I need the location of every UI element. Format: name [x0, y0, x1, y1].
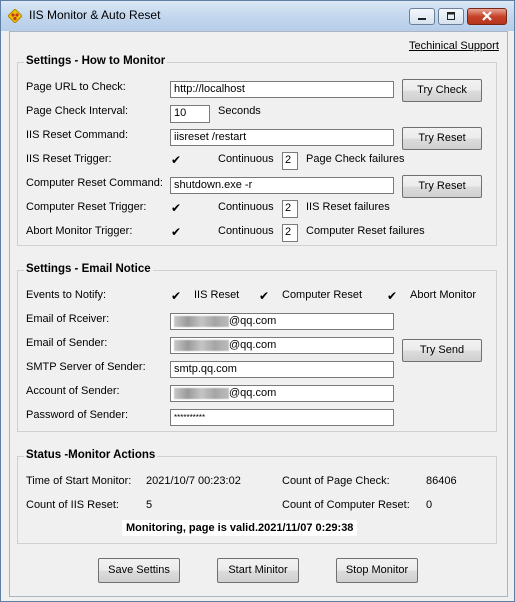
try-reset-computer-button[interactable]: Try Reset	[402, 175, 482, 198]
computer-reset-trigger-checkbox[interactable]: ✔	[170, 202, 182, 214]
iis-reset-cmd-label: IIS Reset Command:	[26, 129, 129, 141]
email-settings-title: Settings - Email Notice	[24, 263, 153, 275]
try-send-button[interactable]: Try Send	[402, 339, 482, 362]
iis-reset-count-label: Count of IIS Reset:	[26, 499, 119, 511]
iis-reset-continuous-label: Continuous	[218, 153, 274, 165]
title-bar[interactable]: IIS Monitor & Auto Reset	[1, 1, 514, 31]
status-group: Status -Monitor Actions Time of Start Mo…	[17, 449, 497, 544]
computer-reset-continuous-label: Continuous	[218, 201, 274, 213]
receiver-domain: @qq.com	[229, 315, 277, 327]
close-button[interactable]	[467, 8, 507, 25]
client-area: Techinical Support Settings - How to Mon…	[9, 31, 508, 597]
page-check-count-value: 86406	[426, 475, 457, 487]
minimize-icon	[418, 18, 426, 20]
computer-reset-cmd-label: Computer Reset Command:	[26, 177, 163, 189]
maximize-icon	[447, 12, 455, 20]
redacted-address	[174, 387, 229, 399]
password-label: Password of Sender:	[26, 409, 129, 421]
event-abort-monitor-label: Abort Monitor	[410, 289, 477, 301]
maximize-button[interactable]	[438, 8, 464, 25]
event-iis-reset-checkbox[interactable]: ✔	[170, 290, 182, 302]
account-label: Account of Sender:	[26, 385, 120, 397]
monitor-settings-group: Settings - How to Monitor Page URL to Ch…	[17, 55, 497, 246]
computer-reset-cmd-input[interactable]: shutdown.exe -r	[170, 177, 394, 194]
start-time-value: 2021/10/7 00:23:02	[146, 475, 241, 487]
abort-trigger-count[interactable]: 2	[282, 224, 298, 242]
page-check-count-label: Count of Page Check:	[282, 475, 390, 487]
redacted-address	[174, 339, 229, 351]
sender-email-input[interactable]: @qq.com	[170, 337, 394, 354]
abort-trigger-label: Abort Monitor Trigger:	[26, 225, 133, 237]
redacted-address	[174, 315, 229, 327]
iis-reset-trigger-checkbox[interactable]: ✔	[170, 154, 182, 166]
iis-reset-cmd-input[interactable]: iisreset /restart	[170, 129, 394, 146]
minimize-button[interactable]	[409, 8, 435, 25]
try-check-button[interactable]: Try Check	[402, 79, 482, 102]
app-window: IIS Monitor & Auto Reset Techinical Supp…	[0, 0, 515, 602]
interval-input[interactable]: 10	[170, 105, 210, 123]
sender-domain: @qq.com	[229, 339, 277, 351]
password-input[interactable]: **********	[170, 409, 394, 426]
smtp-label: SMTP Server of Sender:	[26, 361, 146, 373]
iis-reset-trigger-label: IIS Reset Trigger:	[26, 153, 112, 165]
computer-reset-trigger-count[interactable]: 2	[282, 200, 298, 218]
account-domain: @qq.com	[229, 387, 277, 399]
computer-reset-trigger-label: Computer Reset Trigger:	[26, 201, 147, 213]
event-iis-reset-label: IIS Reset	[194, 289, 240, 301]
computer-reset-count-label: Count of Computer Reset:	[282, 499, 410, 511]
abort-trigger-checkbox[interactable]: ✔	[170, 226, 182, 238]
computer-reset-count-value: 0	[426, 499, 433, 511]
event-computer-reset-label: Computer Reset	[282, 289, 363, 301]
event-computer-reset-checkbox[interactable]: ✔	[258, 290, 270, 302]
interval-label: Page Check Interval:	[26, 105, 129, 117]
status-title: Status -Monitor Actions	[24, 449, 158, 461]
status-message: Monitoring, page is valid.2021/11/07 0:2…	[122, 520, 358, 536]
app-diamond-icon	[8, 9, 22, 23]
iis-reset-trigger-suffix: Page Check failures	[306, 153, 405, 165]
start-monitor-button[interactable]: Start Minitor	[217, 558, 299, 583]
start-time-label: Time of Start Monitor:	[26, 475, 132, 487]
close-icon	[482, 11, 492, 21]
email-settings-group: Settings - Email Notice Events to Notify…	[17, 263, 497, 432]
window-title: IIS Monitor & Auto Reset	[29, 8, 161, 22]
iis-reset-count-value: 5	[146, 499, 153, 511]
receiver-email-input[interactable]: @qq.com	[170, 313, 394, 330]
save-settings-button[interactable]: Save Settins	[98, 558, 180, 583]
abort-trigger-suffix: Computer Reset failures	[306, 225, 425, 237]
abort-continuous-label: Continuous	[218, 225, 274, 237]
account-input[interactable]: @qq.com	[170, 385, 394, 402]
iis-reset-trigger-count[interactable]: 2	[282, 152, 298, 170]
smtp-server-input[interactable]: smtp.qq.com	[170, 361, 394, 378]
events-label: Events to Notify:	[26, 289, 107, 301]
technical-support-link[interactable]: Techinical Support	[409, 40, 499, 52]
try-reset-iis-button[interactable]: Try Reset	[402, 127, 482, 150]
receiver-label: Email of Rceiver:	[26, 313, 110, 325]
event-abort-monitor-checkbox[interactable]: ✔	[386, 290, 398, 302]
page-url-input[interactable]: http://localhost	[170, 81, 394, 98]
page-url-label: Page URL to Check:	[26, 81, 126, 93]
interval-unit-label: Seconds	[218, 105, 261, 117]
computer-reset-trigger-suffix: IIS Reset failures	[306, 201, 390, 213]
monitor-settings-title: Settings - How to Monitor	[24, 55, 168, 67]
sender-label: Email of Sender:	[26, 337, 108, 349]
stop-monitor-button[interactable]: Stop Monitor	[336, 558, 418, 583]
